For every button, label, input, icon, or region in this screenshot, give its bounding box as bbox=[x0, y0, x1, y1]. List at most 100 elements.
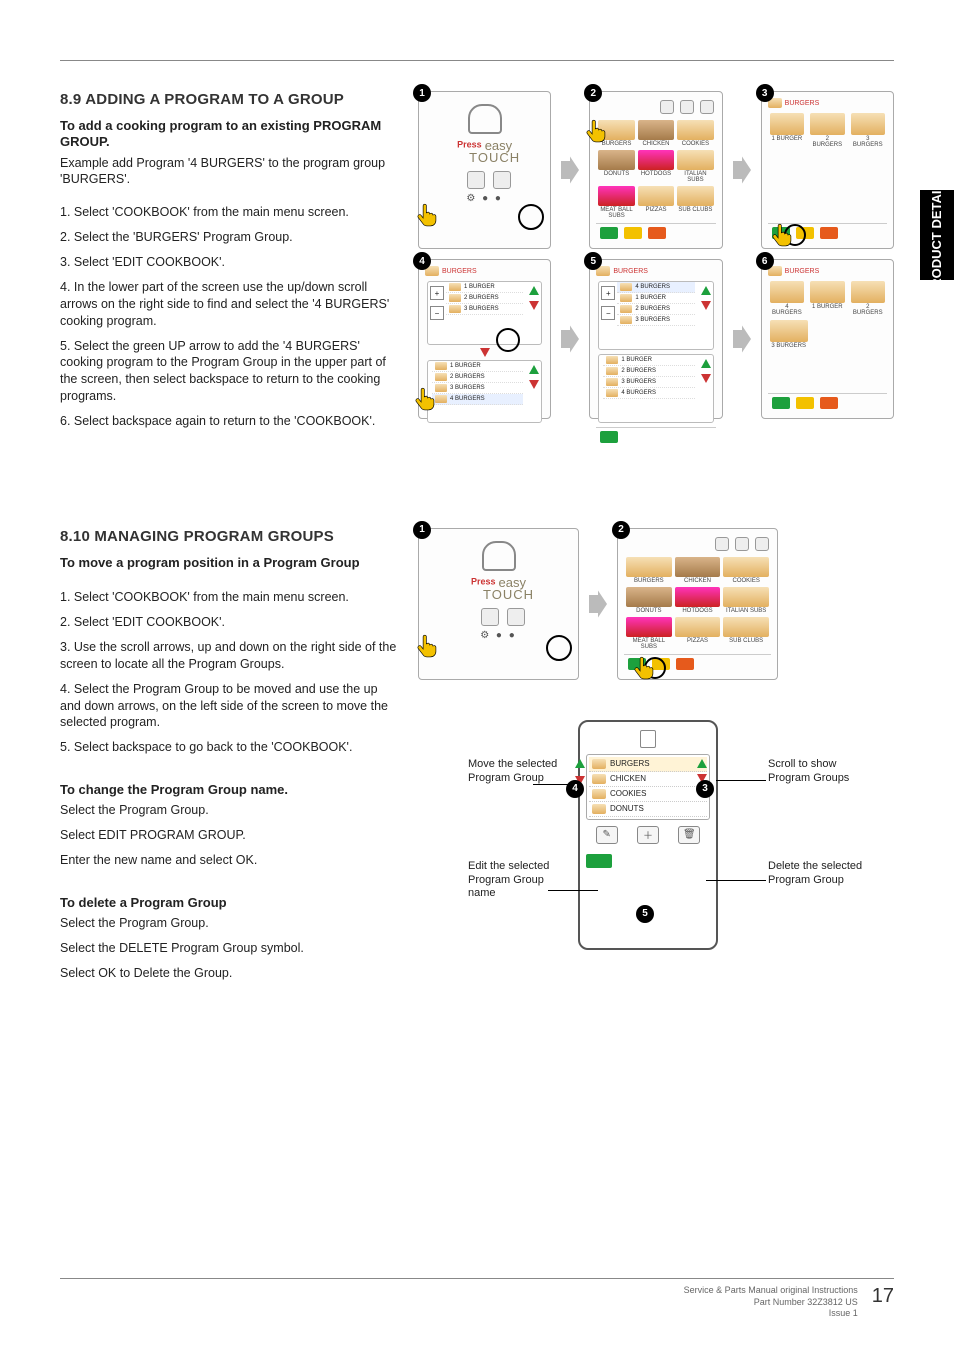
footer-line-1: Service & Parts Manual original Instruct… bbox=[684, 1285, 858, 1297]
move-up-icon bbox=[575, 759, 585, 768]
figure-panel-2: 2 BURGERS CHICKEN COOKIES DONUTS HOTDOGS… bbox=[589, 91, 722, 249]
up-arrow-icon bbox=[701, 359, 711, 368]
edit-lower-pane: 1 BURGER 2 BURGERS 3 BURGERS 4 BURGERS bbox=[427, 360, 542, 424]
arrow-right-icon bbox=[561, 259, 579, 419]
side-tab-product-details: PRODUCT DETAILS bbox=[920, 190, 954, 280]
info-icon bbox=[676, 658, 694, 670]
step-3: 3. Select 'EDIT COOKBOOK'. bbox=[60, 254, 400, 271]
callout-move: Move the selected Program Group bbox=[468, 758, 558, 786]
footer-line-3: Issue 1 bbox=[684, 1308, 858, 1320]
step-5: 5. Select the green UP arrow to add the … bbox=[60, 338, 400, 406]
move-step-1: 1. Select 'COOKBOOK' from the main menu … bbox=[60, 589, 400, 606]
home-icon-pressgo bbox=[467, 171, 485, 189]
highlight-circle bbox=[518, 204, 544, 230]
cookbook-grid: BURGERS CHICKEN COOKIES DONUTS HOTDOGS I… bbox=[624, 555, 771, 652]
lower-diagram: BURGERS CHICKEN COOKIES DONUTS ✎ ＋ 🗑 3 4… bbox=[418, 720, 894, 980]
add-icon: + bbox=[430, 286, 444, 300]
figure-panel-810-2: 2 BURGERS CHICKEN COOKIES DONUTS HOTDOGS… bbox=[617, 528, 778, 680]
brand-block: Presseasy TOUCH bbox=[425, 138, 544, 165]
edit-lower-pane: 1 BURGER 2 BURGERS 3 BURGERS 4 BURGERS bbox=[598, 354, 713, 423]
arrow-right-icon bbox=[561, 91, 579, 249]
down-arrow-icon bbox=[529, 301, 539, 310]
figure-panel-1: 1 Presseasy TOUCH ⚙ ● ● bbox=[418, 91, 551, 249]
tab-icon bbox=[680, 100, 694, 114]
doc-icon bbox=[640, 730, 656, 748]
delete-step-2: Select the DELETE Program Group symbol. bbox=[60, 940, 400, 957]
example-text: Example add Program '4 BURGERS' to the p… bbox=[60, 155, 400, 189]
subheading-move: To move a program position in a Program … bbox=[60, 555, 400, 571]
step-badge-1: 1 bbox=[413, 521, 431, 539]
back-icon bbox=[600, 227, 618, 239]
step-badge-4: 4 bbox=[413, 252, 431, 270]
move-step-5: 5. Select backspace to go back to the 'C… bbox=[60, 739, 400, 756]
back-icon bbox=[772, 397, 790, 409]
down-arrow-icon bbox=[701, 301, 711, 310]
figure-panel-3: 3 BURGERS 1 BURGER 2 BURGERS 3 BURGERS bbox=[761, 91, 894, 249]
keyboard-icon bbox=[624, 227, 642, 239]
callout-delete: Delete the selected Program Group bbox=[768, 860, 878, 888]
heading-8-10: 8.10 MANAGING PROGRAM GROUPS bbox=[60, 528, 400, 545]
rename-step-1: Select the Program Group. bbox=[60, 802, 400, 819]
info-icon bbox=[820, 397, 838, 409]
rename-step-3: Enter the new name and select OK. bbox=[60, 852, 400, 869]
brand-block: Presseasy TOUCH bbox=[425, 575, 572, 602]
arrow-right-icon bbox=[733, 91, 751, 249]
back-icon bbox=[586, 854, 612, 868]
tab-icon bbox=[700, 100, 714, 114]
callout-scroll: Scroll to show Program Groups bbox=[768, 758, 878, 786]
tab-icon bbox=[715, 537, 729, 551]
step-badge-2: 2 bbox=[612, 521, 630, 539]
move-step-3: 3. Use the scroll arrows, up and down on… bbox=[60, 639, 400, 673]
info-icon bbox=[648, 227, 666, 239]
down-arrow-icon bbox=[480, 348, 490, 357]
edit-upper-pane: +− 1 BURGER 2 BURGERS 3 BURGERS bbox=[427, 281, 542, 345]
home-icon-cookbook bbox=[507, 608, 525, 626]
add-icon: + bbox=[601, 286, 615, 300]
callout-edit: Edit the selected Program Group name bbox=[468, 860, 568, 901]
hand-pointer-icon bbox=[413, 386, 439, 414]
tab-icon bbox=[660, 100, 674, 114]
step-4: 4. In the lower part of the screen use t… bbox=[60, 279, 400, 330]
tab-icon bbox=[735, 537, 749, 551]
up-arrow-icon bbox=[529, 286, 539, 295]
remove-icon: − bbox=[601, 306, 615, 320]
keyboard-icon bbox=[796, 397, 814, 409]
hand-pointer-icon bbox=[584, 118, 610, 146]
step-6: 6. Select backspace again to return to t… bbox=[60, 413, 400, 430]
figure-panel-810-1: 1 Presseasy TOUCH ⚙ ● ● bbox=[418, 528, 579, 680]
edit-name-icon: ✎ bbox=[596, 826, 618, 844]
lead-line bbox=[548, 890, 598, 891]
subheading-add-program: To add a cooking program to an existing … bbox=[60, 118, 400, 151]
phone-list: BURGERS CHICKEN COOKIES DONUTS bbox=[586, 754, 710, 820]
hand-pointer-icon bbox=[415, 202, 441, 230]
bottom-dots: ⚙ ● ● bbox=[425, 193, 544, 204]
figure-panel-5: 5 BURGERS +− 4 BURGERS 1 BURGER 2 BURGER… bbox=[589, 259, 722, 419]
hand-pointer-icon bbox=[770, 222, 796, 250]
step-badge-1: 1 bbox=[413, 84, 431, 102]
up-arrow-icon bbox=[701, 286, 711, 295]
step-badge-4: 4 bbox=[566, 780, 584, 798]
hand-pointer-icon bbox=[632, 655, 658, 683]
step-2: 2. Select the 'BURGERS' Program Group. bbox=[60, 229, 400, 246]
highlight-circle bbox=[546, 635, 572, 661]
figure-panel-6: 6 BURGERS 4 BURGERS 1 BURGER 2 BURGERS 3… bbox=[761, 259, 894, 419]
add-group-icon: ＋ bbox=[637, 826, 659, 844]
home-icon-cookbook bbox=[493, 171, 511, 189]
subheading-delete: To delete a Program Group bbox=[60, 895, 400, 911]
lead-line bbox=[706, 880, 766, 881]
delete-group-icon: 🗑 bbox=[678, 826, 700, 844]
cookbook-grid: BURGERS CHICKEN COOKIES DONUTS HOTDOGS I… bbox=[596, 118, 715, 221]
step-1: 1. Select 'COOKBOOK' from the main menu … bbox=[60, 204, 400, 221]
footer-line-2: Part Number 32Z3812 US bbox=[684, 1297, 858, 1309]
page-footer: Service & Parts Manual original Instruct… bbox=[60, 1278, 894, 1320]
back-icon bbox=[600, 431, 618, 443]
up-arrow-icon bbox=[529, 365, 539, 374]
scroll-up-icon bbox=[697, 759, 707, 768]
figure-panel-4: 4 BURGERS +− 1 BURGER 2 BURGERS 3 BURGER… bbox=[418, 259, 551, 419]
tab-icon bbox=[755, 537, 769, 551]
arrow-right-icon bbox=[589, 528, 607, 680]
step-badge-6: 6 bbox=[756, 252, 774, 270]
side-tab-label: PRODUCT DETAILS bbox=[930, 174, 944, 297]
step-badge-3: 3 bbox=[756, 84, 774, 102]
remove-icon: − bbox=[430, 306, 444, 320]
